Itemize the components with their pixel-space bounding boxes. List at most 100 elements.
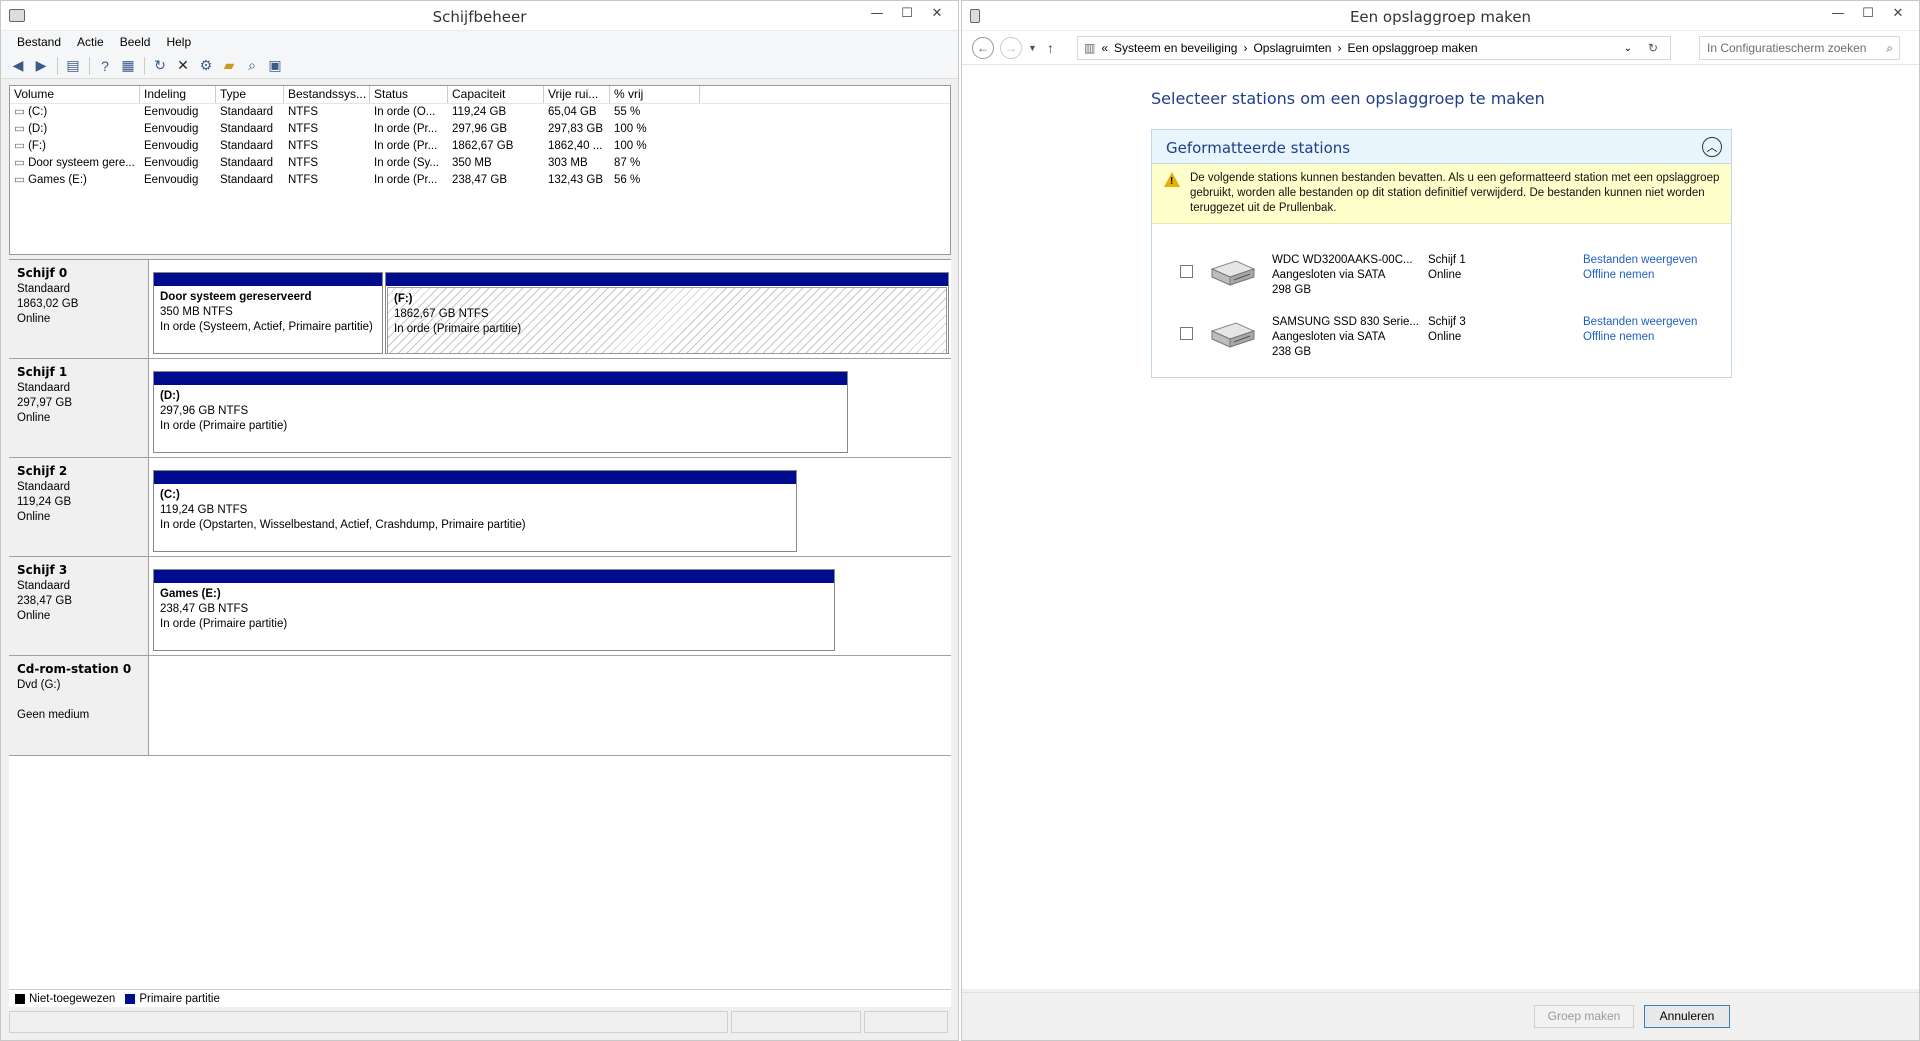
- menu-actie[interactable]: Actie: [77, 35, 104, 49]
- disk-row: Cd-rom-station 0 Dvd (G:) Geen medium: [9, 656, 951, 756]
- volume-capacity: 238,47 GB: [452, 174, 507, 186]
- disk-type: Dvd (G:): [17, 679, 61, 691]
- volume-capacity: 1862,67 GB: [452, 140, 514, 152]
- refresh-icon[interactable]: ↻: [1648, 41, 1658, 55]
- col-free-space[interactable]: Vrije rui...: [544, 86, 610, 103]
- disk-name: Cd-rom-station 0: [17, 662, 132, 676]
- search-input[interactable]: In Configuratiescherm zoeken ⌕: [1699, 36, 1900, 60]
- collapse-chevron-icon[interactable]: ︿: [1702, 137, 1722, 157]
- cancel-button[interactable]: Annuleren: [1644, 1005, 1730, 1028]
- volume-free-space: 132,43 GB: [548, 174, 603, 186]
- col-type[interactable]: Type: [216, 86, 284, 103]
- col-status[interactable]: Status: [370, 86, 448, 103]
- volume-layout: Eenvoudig: [144, 174, 199, 186]
- close-button[interactable]: ✕: [922, 1, 952, 25]
- disk-type: Standaard: [17, 283, 71, 295]
- address-dropdown-icon[interactable]: ⌄: [1624, 43, 1632, 54]
- open-folder-icon[interactable]: ▰: [218, 55, 240, 77]
- search-icon[interactable]: ⌕: [241, 55, 263, 77]
- minimize-button[interactable]: —: [862, 1, 892, 25]
- col-percent-free[interactable]: % vrij: [610, 86, 700, 103]
- search-icon[interactable]: ⌕: [1886, 37, 1893, 59]
- volume-filesystem: NTFS: [288, 140, 319, 152]
- drive-checkbox[interactable]: [1180, 327, 1193, 340]
- view-files-link[interactable]: Bestanden weergeven: [1583, 254, 1697, 266]
- refresh-icon[interactable]: ↻: [149, 55, 171, 77]
- chevron-right-icon[interactable]: ›: [1337, 41, 1341, 55]
- disk-state: Online: [17, 610, 51, 622]
- create-pool-button[interactable]: Groep maken: [1534, 1005, 1634, 1028]
- back-arrow-icon[interactable]: ◀: [7, 55, 29, 77]
- recent-pages-icon[interactable]: ▼: [1028, 43, 1037, 53]
- breadcrumb-item[interactable]: Systeem en beveiliging: [1114, 41, 1237, 55]
- disk-label[interactable]: Schijf 2 Standaard 119,24 GB Online: [9, 458, 149, 556]
- partition[interactable]: Games (E:) 238,47 GB NTFS In orde (Prima…: [153, 569, 835, 651]
- volume-capacity: 297,96 GB: [452, 123, 507, 135]
- drive-disk: Schijf 3: [1428, 316, 1466, 328]
- delete-icon[interactable]: ✕: [172, 55, 194, 77]
- forward-arrow-icon[interactable]: ▶: [30, 55, 52, 77]
- disk-label[interactable]: Schijf 3 Standaard 238,47 GB Online: [9, 557, 149, 655]
- help-icon[interactable]: ?: [94, 55, 116, 77]
- disk-label[interactable]: Schijf 0 Standaard 1863,02 GB Online: [9, 260, 149, 358]
- drive-size: 238 GB: [1272, 346, 1311, 358]
- disk-label[interactable]: Schijf 1 Standaard 297,97 GB Online: [9, 359, 149, 457]
- volume-row[interactable]: ▭ Door systeem gere... Eenvoudig Standaard…: [10, 155, 950, 172]
- menu-bestand[interactable]: Bestand: [17, 35, 61, 49]
- settings-icon[interactable]: ⚙: [195, 55, 217, 77]
- chevron-right-icon[interactable]: ›: [1243, 41, 1247, 55]
- close-button[interactable]: ✕: [1883, 1, 1913, 25]
- volume-layout: Eenvoudig: [144, 140, 199, 152]
- col-filesystem[interactable]: Bestandssys...: [284, 86, 370, 103]
- disk-size: 297,97 GB: [17, 397, 72, 409]
- menu-beeld[interactable]: Beeld: [120, 35, 151, 49]
- volume-row[interactable]: ▭ (D:) Eenvoudig Standaard NTFS In orde (Pr.…: [10, 121, 950, 138]
- disk-label[interactable]: Cd-rom-station 0 Dvd (G:) Geen medium: [9, 656, 149, 755]
- forward-icon[interactable]: →: [1000, 36, 1022, 59]
- drive-icon: ▭: [14, 140, 29, 152]
- col-capacity[interactable]: Capaciteit: [448, 86, 544, 103]
- disk-type: Standaard: [17, 481, 71, 493]
- console-tree-icon[interactable]: ▤: [62, 55, 84, 77]
- volume-percent-free: 56 %: [614, 174, 641, 186]
- volume-row[interactable]: ▭ (F:) Eenvoudig Standaard NTFS In orde (Pr.…: [10, 138, 950, 155]
- take-offline-link[interactable]: Offline nemen: [1583, 331, 1654, 343]
- maximize-button[interactable]: ☐: [1853, 1, 1883, 25]
- volume-free-space: 297,83 GB: [548, 123, 603, 135]
- volume-layout: Eenvoudig: [144, 106, 199, 118]
- volume-row[interactable]: ▭ (C:) Eenvoudig Standaard NTFS In orde (O..…: [10, 104, 950, 121]
- volume-list: Volume Indeling Type Bestandssys... Stat…: [9, 85, 951, 255]
- window-title: Schijfbeheer: [432, 8, 527, 26]
- partition[interactable]: (C:) 119,24 GB NTFS In orde (Opstarten, …: [153, 470, 797, 552]
- col-volume[interactable]: Volume: [10, 86, 140, 103]
- drive-connection: Aangesloten via SATA: [1272, 269, 1386, 281]
- minimize-button[interactable]: —: [1823, 1, 1853, 25]
- breadcrumb-item[interactable]: Een opslaggroep maken: [1347, 41, 1477, 55]
- partition[interactable]: (D:) 297,96 GB NTFS In orde (Primaire pa…: [153, 371, 848, 453]
- partition[interactable]: (F:) 1862,67 GB NTFS In orde (Primaire p…: [385, 272, 949, 354]
- up-arrow-icon[interactable]: ↑: [1047, 40, 1054, 56]
- view-files-link[interactable]: Bestanden weergeven: [1583, 316, 1697, 328]
- volume-layout: Eenvoudig: [144, 123, 199, 135]
- volume-capacity: 350 MB: [452, 157, 492, 169]
- volume-status: In orde (Pr...: [374, 140, 438, 152]
- breadcrumb-item[interactable]: Opslagruimten: [1253, 41, 1331, 55]
- disk-state: Online: [17, 412, 51, 424]
- volume-row[interactable]: ▭ Games (E:) Eenvoudig Standaard NTFS In ord…: [10, 172, 950, 189]
- partition[interactable]: Door systeem gereserveerd 350 MB NTFS In…: [153, 272, 383, 354]
- menu-help[interactable]: Help: [166, 35, 191, 49]
- main-content: Selecteer stations om een opslaggroep te…: [962, 65, 1919, 989]
- disk-row: Schijf 1 Standaard 297,97 GB Online (D:)…: [9, 359, 951, 458]
- drive-state: Online: [1428, 331, 1462, 343]
- drive-checkbox[interactable]: [1180, 265, 1193, 278]
- group-header[interactable]: Geformatteerde stations ︿: [1152, 130, 1731, 164]
- take-offline-link[interactable]: Offline nemen: [1583, 269, 1654, 281]
- col-layout[interactable]: Indeling: [140, 86, 216, 103]
- drive-icon: ▭: [14, 157, 29, 169]
- properties-icon[interactable]: ▦: [117, 55, 139, 77]
- view-icon[interactable]: ▣: [264, 55, 286, 77]
- maximize-button[interactable]: ☐: [892, 1, 922, 25]
- hard-drive-icon: [1210, 322, 1256, 348]
- back-icon[interactable]: ←: [972, 36, 994, 59]
- breadcrumb-overflow[interactable]: «: [1101, 41, 1108, 55]
